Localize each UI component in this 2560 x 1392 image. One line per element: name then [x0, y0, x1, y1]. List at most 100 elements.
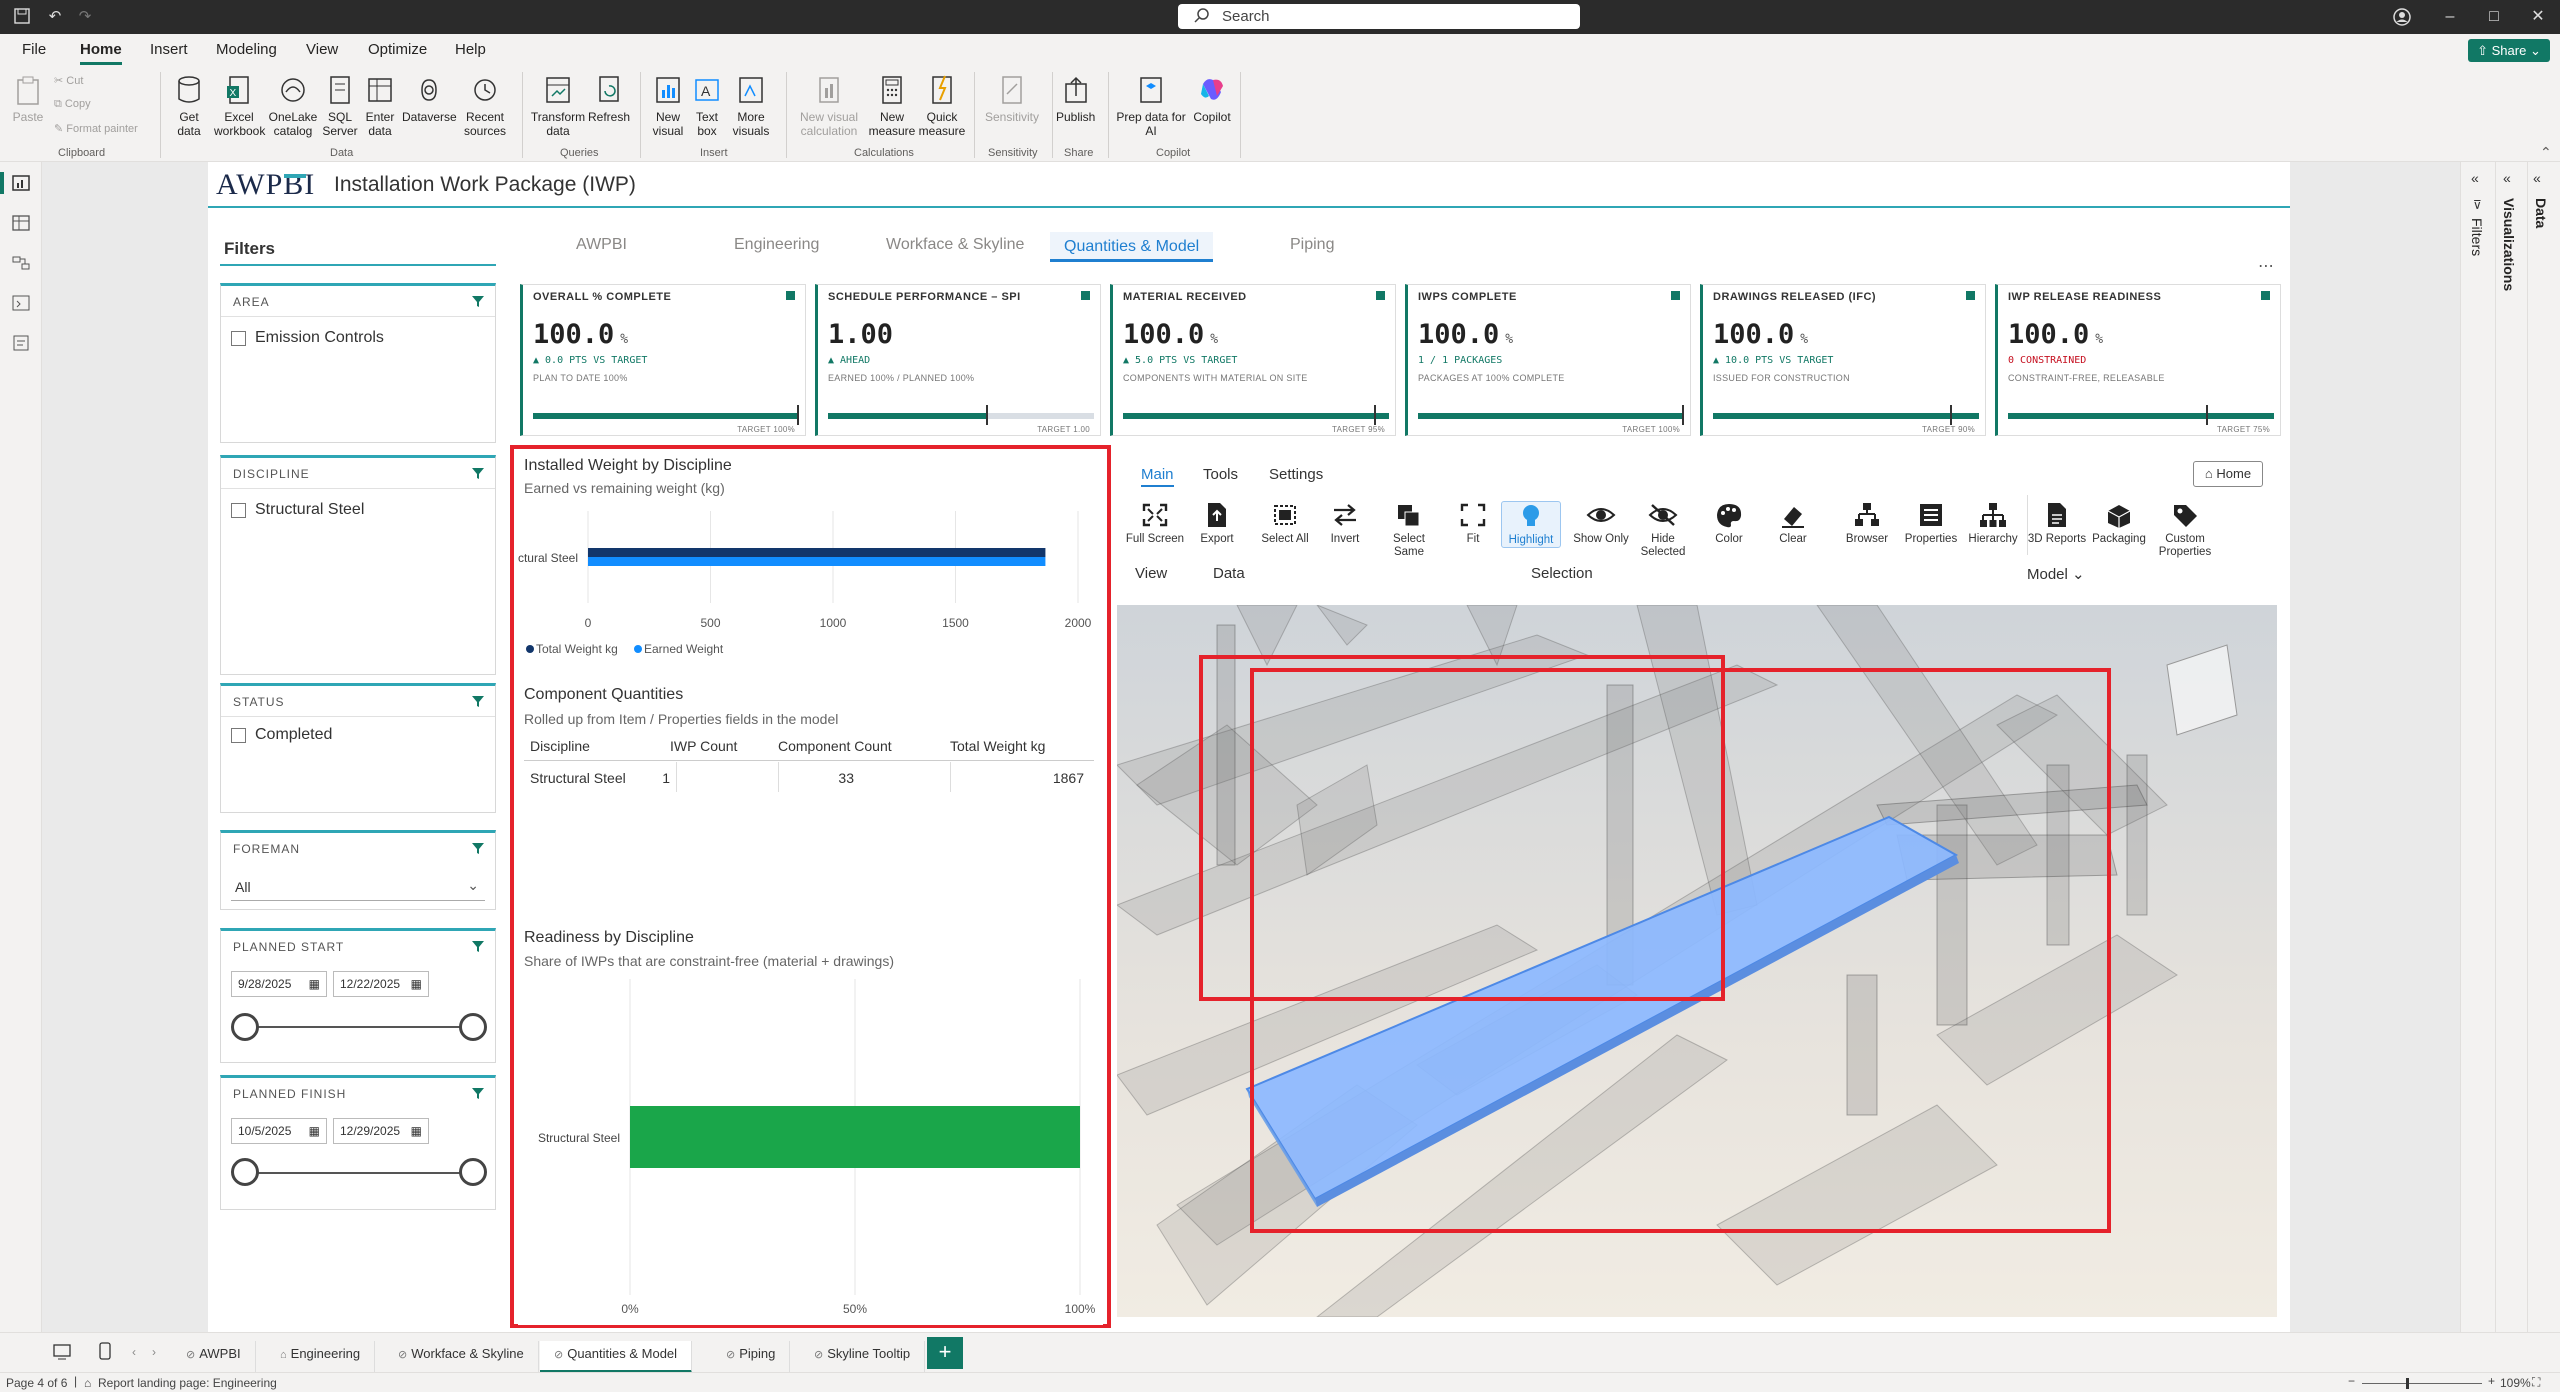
enter-data-button[interactable]: Enter data	[362, 74, 398, 138]
minimize-button[interactable]: –	[2428, 0, 2472, 34]
format-painter-button[interactable]: ✎ Format painter	[54, 122, 138, 135]
start-date-to[interactable]: 12/22/2025 ▦	[333, 971, 429, 997]
dax-query-icon[interactable]	[11, 294, 31, 312]
new-visual-button[interactable]: New visual	[648, 74, 688, 138]
fit-page-icon[interactable]: ⛶	[2532, 1375, 2540, 1390]
more-visuals-button[interactable]: More visuals	[726, 74, 776, 138]
3d-reports-button[interactable]: 3D Reports	[2027, 501, 2087, 546]
maximize-button[interactable]: □	[2472, 0, 2516, 34]
finish-date-from[interactable]: 10/5/2025 ▦	[231, 1118, 327, 1144]
transform-data-button[interactable]: Transform data	[530, 74, 586, 138]
copy-button[interactable]: ⧉ Copy	[54, 98, 91, 111]
kpi-card[interactable]: SCHEDULE PERFORMANCE – SPI 1.00 ▲ AHEAD EAR…	[815, 284, 1101, 436]
slicer-option[interactable]: Structural Steel	[255, 501, 364, 519]
kpi-card[interactable]: OVERALL % COMPLETE 100.0% ▲ 0.0 PTS VS TAR…	[520, 284, 806, 436]
column-header[interactable]: Component Count	[778, 738, 892, 754]
cut-button[interactable]: ✂ Cut	[54, 74, 83, 87]
slider-end-handle[interactable]	[459, 1013, 487, 1041]
filter-icon[interactable]	[471, 841, 485, 855]
search-box[interactable]: Search	[1178, 4, 1580, 29]
hide-selected-button[interactable]: Hide Selected	[1633, 501, 1693, 559]
slider-start-handle[interactable]	[231, 1158, 259, 1186]
page-tab[interactable]: ⊘ Piping	[712, 1341, 791, 1373]
slider-start-handle[interactable]	[231, 1013, 259, 1041]
mobile-layout-icon[interactable]	[98, 1341, 112, 1361]
model-view-icon[interactable]	[11, 254, 31, 272]
report-view-icon[interactable]	[11, 174, 31, 192]
kpi-card[interactable]: MATERIAL RECEIVED 100.0% ▲ 5.0 PTS VS TARG…	[1110, 284, 1396, 436]
column-header[interactable]: IWP Count	[670, 738, 737, 754]
full-screen-button[interactable]: Full Screen	[1125, 501, 1185, 546]
more-options-icon[interactable]: ⋯	[2258, 256, 2274, 276]
collapse-filters-icon[interactable]: «	[2471, 170, 2479, 186]
visualizations-pane-label[interactable]: Visualizations	[2501, 198, 2517, 291]
kpi-card[interactable]: IWPS COMPLETE 100.0% 1 / 1 PACKAGES PACKAGE…	[1405, 284, 1691, 436]
scroll-right-icon[interactable]: ›	[152, 1345, 156, 1359]
viewer-tab-main[interactable]: Main	[1141, 466, 1174, 487]
column-header[interactable]: Total Weight kg	[950, 738, 1045, 754]
filter-icon[interactable]	[471, 694, 485, 708]
zoom-slider-handle[interactable]	[2406, 1378, 2409, 1389]
get-data-button[interactable]: Get data	[168, 74, 210, 138]
zoom-slider[interactable]	[2362, 1383, 2482, 1384]
start-date-from[interactable]: 9/28/2025 ▦	[231, 971, 327, 997]
collapse-ribbon-icon[interactable]: ⌃	[2540, 144, 2552, 161]
zoom-out-icon[interactable]: −	[2348, 1374, 2355, 1388]
table-view-icon[interactable]	[11, 214, 31, 232]
refresh-button[interactable]: Refresh	[588, 74, 630, 124]
column-header[interactable]: Discipline	[530, 738, 590, 754]
foreman-dropdown[interactable]: All ⌄	[231, 875, 485, 901]
checkbox[interactable]	[231, 728, 246, 743]
color-button[interactable]: Color	[1699, 501, 1759, 546]
slicer-option[interactable]: Emission Controls	[255, 329, 384, 347]
dataverse-button[interactable]: Dataverse	[402, 74, 457, 124]
filter-icon[interactable]	[471, 939, 485, 953]
filter-icon[interactable]	[471, 1086, 485, 1100]
add-page-button[interactable]: +	[927, 1337, 963, 1369]
paste-button[interactable]: Paste	[10, 74, 46, 124]
filters-pane-label[interactable]: Filters	[2469, 218, 2485, 256]
export-button[interactable]: Export	[1187, 501, 1247, 546]
scroll-left-icon[interactable]: ‹	[132, 1345, 136, 1359]
clear-button[interactable]: Clear	[1763, 501, 1823, 546]
page-tab[interactable]: ⊘ Workface & Skyline	[384, 1341, 539, 1373]
text-box-button[interactable]: A Text box	[690, 74, 724, 138]
properties-button[interactable]: Properties	[1901, 501, 1961, 546]
viewer-tab-settings[interactable]: Settings	[1269, 466, 1323, 483]
recent-sources-button[interactable]: Recent sources	[460, 74, 510, 138]
select-all-button[interactable]: Select All	[1255, 501, 1315, 546]
page-tab[interactable]: ⊘ Quantities & Model	[540, 1341, 693, 1373]
menu-help[interactable]: Help	[455, 41, 486, 58]
slicer-option[interactable]: Completed	[255, 726, 332, 744]
highlight-button[interactable]: Highlight	[1501, 501, 1561, 548]
page-tab[interactable]: ⊘ AWPBI	[172, 1341, 256, 1373]
menu-modeling[interactable]: Modeling	[216, 41, 277, 58]
kpi-card[interactable]: IWP RELEASE READINESS 100.0% 0 CONSTRAINED…	[1995, 284, 2281, 436]
finish-date-to[interactable]: 12/29/2025 ▦	[333, 1118, 429, 1144]
invert-button[interactable]: Invert	[1315, 501, 1375, 546]
tab-quantities-model[interactable]: Quantities & Model	[1050, 232, 1214, 262]
select-same-button[interactable]: Select Same	[1379, 501, 1439, 559]
hierarchy-button[interactable]: Hierarchy	[1963, 501, 2023, 546]
collapse-visualizations-icon[interactable]: «	[2503, 170, 2511, 186]
table-row[interactable]: Structural Steel 1 33 1867	[524, 762, 1094, 792]
desktop-layout-icon[interactable]	[52, 1343, 72, 1361]
browser-button[interactable]: Browser	[1837, 501, 1897, 546]
onelake-button[interactable]: OneLake catalog	[268, 74, 318, 138]
installed-weight-chart[interactable]: Installed Weight by Discipline Earned vs…	[518, 453, 1103, 663]
new-measure-button[interactable]: New measure	[868, 74, 916, 138]
copilot-button[interactable]: Copilot	[1190, 74, 1234, 124]
quick-measure-button[interactable]: Quick measure	[918, 74, 966, 138]
sensitivity-button[interactable]: Sensitivity	[982, 74, 1042, 124]
show-only-button[interactable]: Show Only	[1571, 501, 1631, 546]
save-icon[interactable]	[14, 8, 32, 26]
share-button[interactable]: ⇧ Share ⌄	[2468, 39, 2550, 62]
collapse-data-icon[interactable]: «	[2533, 170, 2541, 186]
account-icon[interactable]	[2380, 0, 2424, 34]
menu-insert[interactable]: Insert	[150, 41, 188, 58]
sql-server-button[interactable]: SQL Server	[322, 74, 358, 138]
fit-button[interactable]: Fit	[1443, 501, 1503, 546]
undo-icon[interactable]: ↶	[46, 8, 64, 26]
page-tab[interactable]: ⊘ Skyline Tooltip	[800, 1341, 926, 1373]
home-button[interactable]: ⌂ Home	[2193, 461, 2263, 487]
